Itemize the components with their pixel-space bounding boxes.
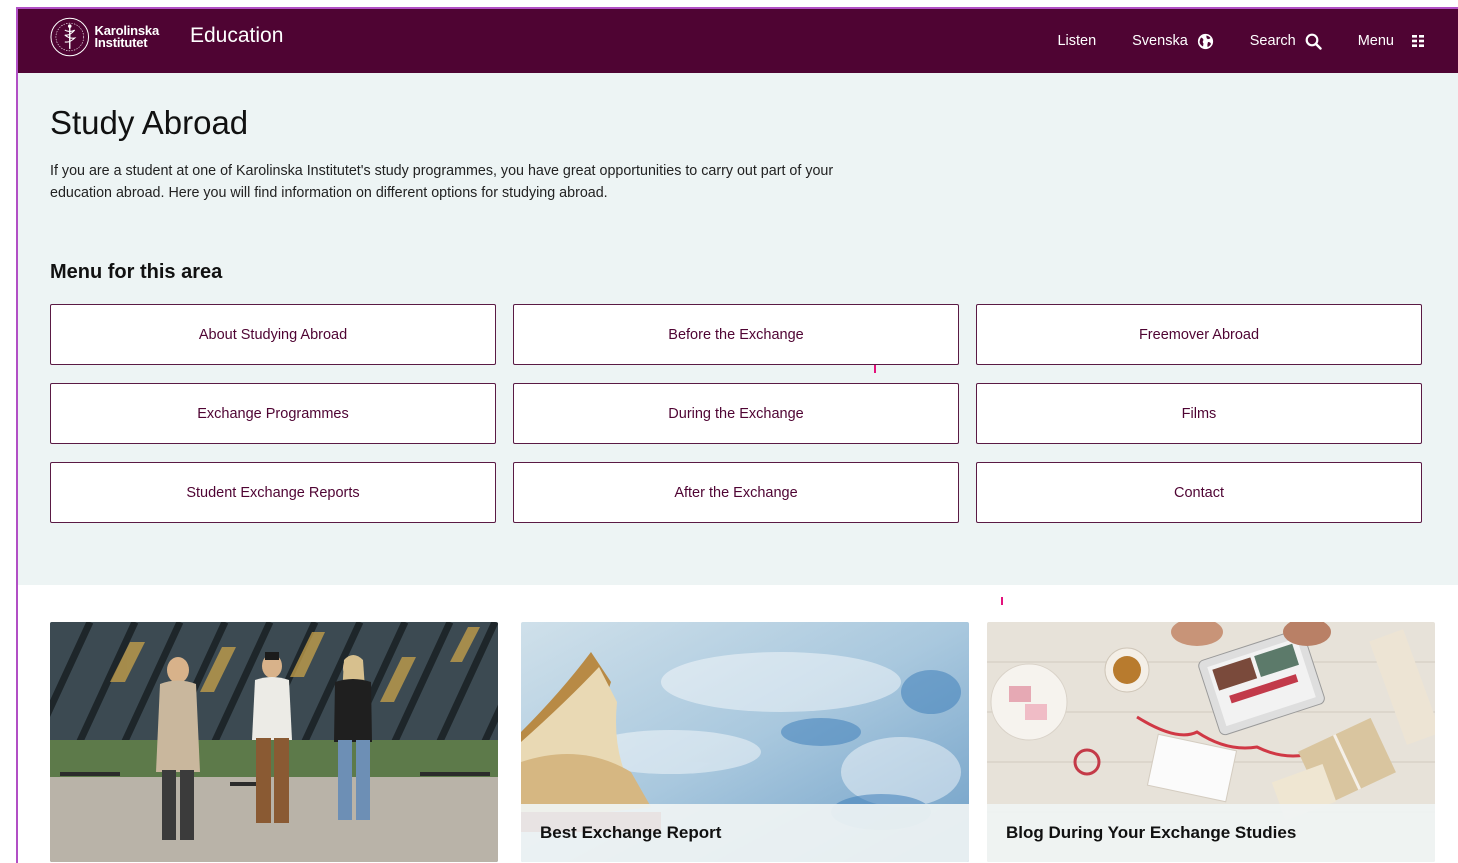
menu-button[interactable]: Menu xyxy=(1358,33,1428,49)
menu-item-student-exchange-reports[interactable]: Student Exchange Reports xyxy=(50,462,496,523)
card-label: Blog During Your Exchange Studies xyxy=(987,804,1435,862)
feature-cards: Best Exchange Report Blog During Your Ex… xyxy=(50,622,1438,862)
students-walking-photo xyxy=(50,622,498,862)
listen-button[interactable]: Listen xyxy=(1057,33,1096,49)
menu-item-during-the-exchange[interactable]: During the Exchange xyxy=(513,383,959,444)
intro-section: Study Abroad If you are a student at one… xyxy=(18,73,1458,585)
logo-text: Karolinska Institutet xyxy=(94,24,160,50)
search-icon xyxy=(1305,33,1322,50)
site-title[interactable]: Education xyxy=(190,24,283,48)
header-nav: Listen Svenska Search Menu xyxy=(1021,9,1428,73)
menu-item-freemover-abroad[interactable]: Freemover Abroad xyxy=(976,304,1422,365)
ki-logo[interactable]: Karolinska Institutet xyxy=(49,15,159,59)
menu-item-about-studying-abroad[interactable]: About Studying Abroad xyxy=(50,304,496,365)
menu-item-exchange-programmes[interactable]: Exchange Programmes xyxy=(50,383,496,444)
ki-seal-icon xyxy=(50,17,90,57)
search-label: Search xyxy=(1249,33,1296,49)
card-label: Best Exchange Report xyxy=(521,804,969,862)
menu-item-after-the-exchange[interactable]: After the Exchange xyxy=(513,462,959,523)
area-menu-heading: Menu for this area xyxy=(50,261,223,283)
menu-item-films[interactable]: Films xyxy=(976,383,1422,444)
lead-paragraph: If you are a student at one of Karolinsk… xyxy=(50,163,834,201)
language-switch-button[interactable]: Svenska xyxy=(1132,33,1214,50)
logo-text-line2: Institutet xyxy=(94,35,148,50)
card-blog[interactable]: Blog During Your Exchange Studies xyxy=(987,622,1435,862)
cursor-marker xyxy=(1001,597,1003,605)
menu-label: Menu xyxy=(1357,33,1394,49)
listen-label: Listen xyxy=(1057,33,1097,49)
area-menu: About Studying Abroad Before the Exchang… xyxy=(50,304,1422,523)
search-button[interactable]: Search xyxy=(1250,33,1322,50)
card-best-exchange-report[interactable]: Best Exchange Report xyxy=(521,622,969,862)
page: Karolinska Institutet Education Listen S… xyxy=(16,7,1458,863)
grid-menu-icon xyxy=(1412,35,1424,47)
site-header: Karolinska Institutet Education Listen S… xyxy=(18,9,1458,73)
menu-item-before-the-exchange[interactable]: Before the Exchange xyxy=(513,304,959,365)
page-title: Study Abroad xyxy=(50,104,249,141)
cursor-marker xyxy=(874,365,876,373)
language-label: Svenska xyxy=(1132,33,1188,49)
globe-icon xyxy=(1197,33,1213,49)
card-students[interactable] xyxy=(50,622,498,862)
menu-item-contact[interactable]: Contact xyxy=(976,462,1422,523)
